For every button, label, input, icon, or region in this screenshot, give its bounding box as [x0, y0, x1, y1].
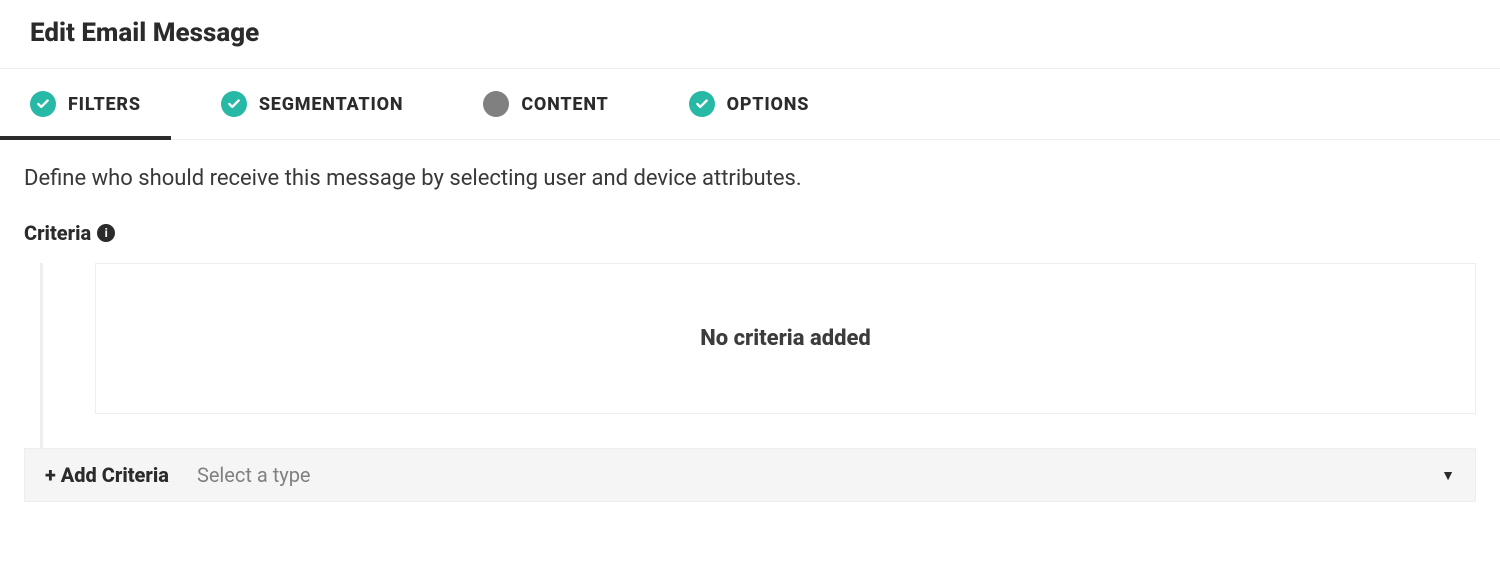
criteria-body: No criteria added: [40, 263, 1476, 448]
tab-content[interactable]: CONTENT: [483, 69, 608, 139]
check-icon: [221, 91, 247, 117]
add-criteria-bar[interactable]: + Add Criteria Select a type ▼: [24, 448, 1476, 502]
criteria-label: Criteria: [24, 221, 91, 245]
info-icon[interactable]: i: [97, 224, 115, 242]
criteria-type-select[interactable]: Select a type: [197, 463, 1441, 487]
tab-filters[interactable]: FILTERS: [30, 69, 141, 139]
dot-icon: [483, 91, 509, 117]
tab-options[interactable]: OPTIONS: [689, 69, 810, 139]
add-criteria-label: + Add Criteria: [45, 463, 169, 487]
tab-label: OPTIONS: [727, 94, 810, 115]
tab-segmentation[interactable]: SEGMENTATION: [221, 69, 404, 139]
page-header: Edit Email Message: [0, 0, 1500, 69]
criteria-empty-text: No criteria added: [700, 326, 871, 351]
tab-description: Define who should receive this message b…: [0, 140, 1500, 221]
tab-label: FILTERS: [68, 94, 141, 115]
check-icon: [689, 91, 715, 117]
page-title: Edit Email Message: [30, 18, 1470, 48]
check-icon: [30, 91, 56, 117]
step-tabs: FILTERS SEGMENTATION CONTENT OPTIONS: [0, 69, 1500, 140]
caret-down-icon: ▼: [1441, 467, 1455, 484]
tab-label: SEGMENTATION: [259, 94, 404, 115]
criteria-empty-box: No criteria added: [95, 263, 1476, 414]
tab-label: CONTENT: [521, 94, 608, 115]
criteria-header: Criteria i: [0, 221, 1500, 263]
